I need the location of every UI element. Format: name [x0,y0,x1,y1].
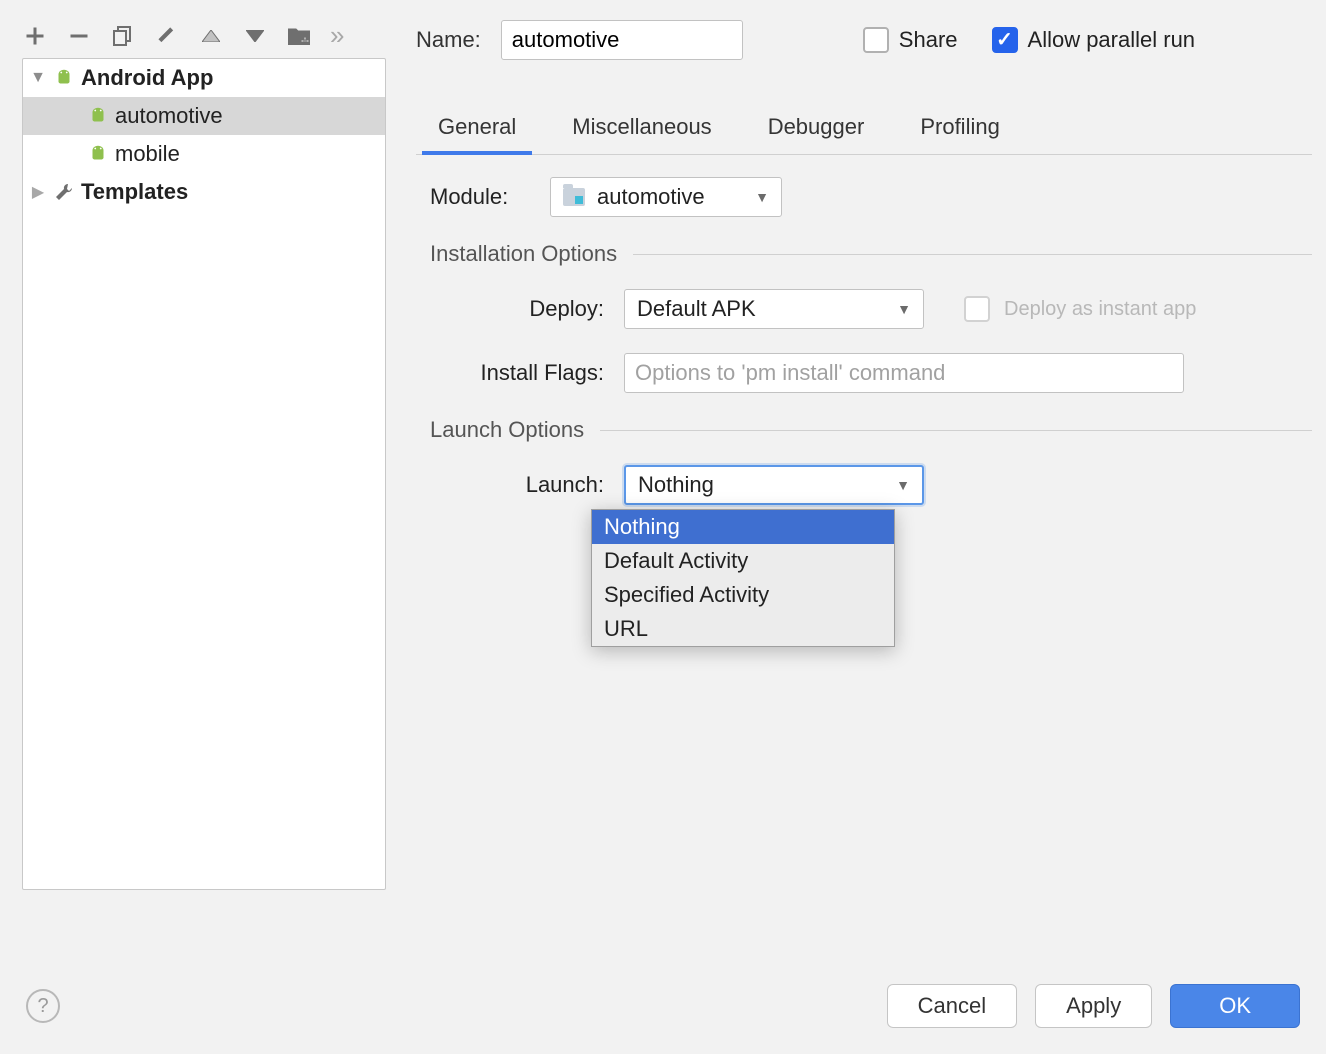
install-flags-input[interactable] [624,353,1184,393]
parallel-label: Allow parallel run [1028,27,1196,53]
tree-node-automotive[interactable]: automotive [23,97,385,135]
share-label: Share [899,27,958,53]
chevron-down-icon: ▼ [897,301,911,317]
launch-option-default-activity[interactable]: Default Activity [592,544,894,578]
tree-node-mobile[interactable]: mobile [23,135,385,173]
details-pane: Name: Share Allow parallel run General M… [416,20,1312,529]
wrench-icon [53,181,75,203]
name-input[interactable] [501,20,743,60]
module-folder-icon [563,188,585,206]
launch-value: Nothing [638,472,714,498]
install-flags-label: Install Flags: [464,360,604,386]
deploy-value: Default APK [637,296,756,322]
add-button[interactable] [22,23,48,49]
instant-label: Deploy as instant app [1004,298,1196,321]
expander-icon: ▶ [29,182,47,202]
tab-miscellaneous[interactable]: Miscellaneous [568,106,715,154]
launch-option-nothing[interactable]: Nothing [592,510,894,544]
tab-debugger[interactable]: Debugger [764,106,869,154]
tab-profiling[interactable]: Profiling [916,106,1003,154]
dialog-footer: ? Cancel Apply OK [0,958,1326,1054]
tree-node-templates[interactable]: ▶ Templates [23,173,385,211]
apply-button[interactable]: Apply [1035,984,1152,1028]
instant-app-checkbox: Deploy as instant app [964,296,1196,322]
checkbox-icon [992,27,1018,53]
chevron-down-icon: ▼ [755,189,769,205]
parallel-checkbox-row[interactable]: Allow parallel run [992,27,1196,53]
android-icon [87,143,109,165]
launch-dropdown: Nothing Default Activity Specified Activ… [591,509,895,647]
checkbox-icon [964,296,990,322]
tab-bar: General Miscellaneous Debugger Profiling [416,106,1312,155]
share-checkbox-row[interactable]: Share [863,27,958,53]
module-select[interactable]: automotive ▼ [550,177,782,217]
tree-node-label: Templates [81,179,188,205]
deploy-label: Deploy: [464,296,604,322]
tree-node-android-app[interactable]: ▼ Android App [23,59,385,97]
chevron-down-icon: ▼ [896,477,910,493]
move-down-button[interactable] [242,23,268,49]
launch-option-specified-activity[interactable]: Specified Activity [592,578,894,612]
expander-icon: ▼ [29,69,47,87]
overflow-button[interactable]: » [330,20,342,51]
cancel-button[interactable]: Cancel [887,984,1017,1028]
help-button[interactable]: ? [26,989,60,1023]
launch-select[interactable]: Nothing ▼ [624,465,924,505]
module-value: automotive [597,184,705,210]
android-icon [87,105,109,127]
tree-node-label: automotive [115,103,223,129]
remove-button[interactable] [66,23,92,49]
copy-button[interactable] [110,23,136,49]
tree-node-label: mobile [115,141,180,167]
config-tree: ▼ Android App automotive mobile ▶ Templa… [22,58,386,890]
save-folder-button[interactable] [286,23,312,49]
launch-option-url[interactable]: URL [592,612,894,646]
launch-section-header: Launch Options [430,417,1312,443]
launch-label: Launch: [464,472,604,498]
android-icon [53,67,75,89]
installation-section-header: Installation Options [430,241,1312,267]
name-label: Name: [416,27,481,53]
tree-node-label: Android App [81,65,213,91]
edit-settings-button[interactable] [154,23,180,49]
ok-button[interactable]: OK [1170,984,1300,1028]
move-up-button[interactable] [198,23,224,49]
deploy-select[interactable]: Default APK ▼ [624,289,924,329]
module-label: Module: [430,184,530,210]
checkbox-icon [863,27,889,53]
tree-toolbar: » [22,20,342,51]
tab-general[interactable]: General [434,106,520,154]
